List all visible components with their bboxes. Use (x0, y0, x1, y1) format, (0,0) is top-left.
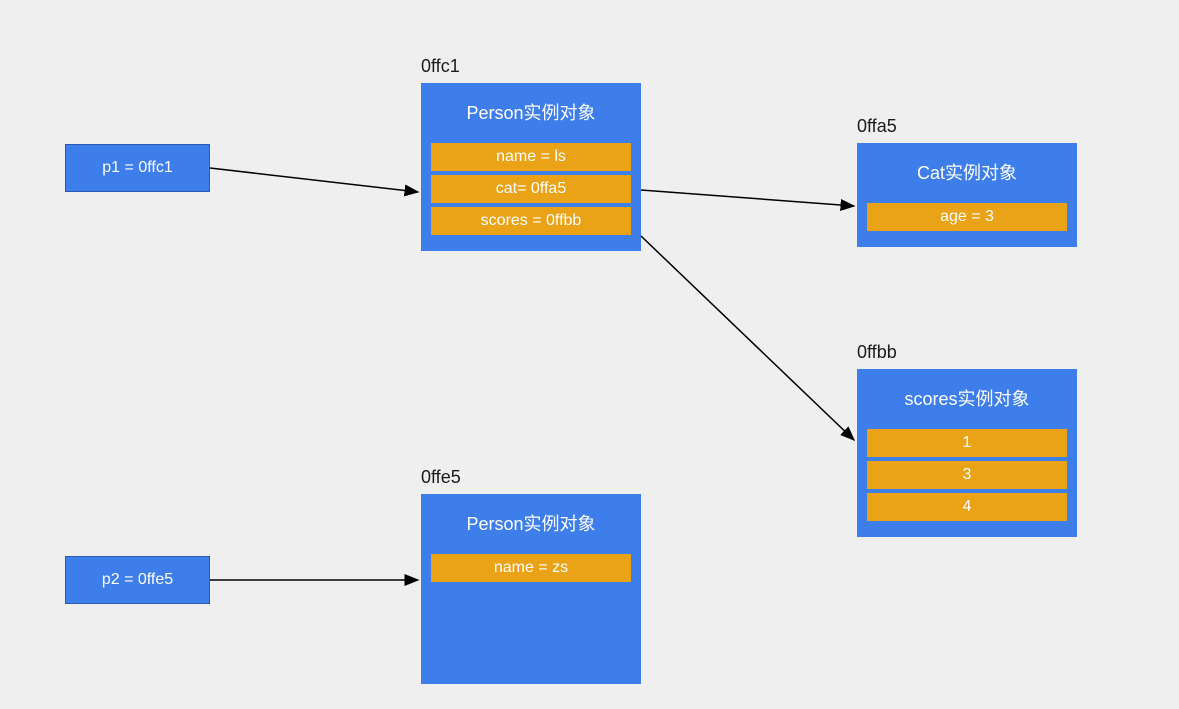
cat-age-field: age = 3 (867, 203, 1067, 231)
arrow-person1-cat (641, 190, 854, 206)
arrow-person1-scores (641, 236, 854, 440)
scores-value-2: 4 (867, 493, 1067, 521)
person2-object: Person实例对象 name = zs (421, 494, 641, 684)
pointer-p1-box: p1 = 0ffc1 (65, 144, 210, 192)
scores-value-0: 1 (867, 429, 1067, 457)
cat-address: 0ffa5 (857, 116, 897, 137)
person1-title: Person实例对象 (431, 91, 631, 139)
pointer-p2-label: p2 = 0ffe5 (102, 571, 173, 589)
person2-name-field: name = zs (431, 554, 631, 582)
person1-cat-field: cat= 0ffa5 (431, 175, 631, 203)
cat-object: Cat实例对象 age = 3 (857, 143, 1077, 247)
person2-address: 0ffe5 (421, 467, 461, 488)
person1-name-field: name = ls (431, 143, 631, 171)
pointer-p2-box: p2 = 0ffe5 (65, 556, 210, 604)
person2-title: Person实例对象 (431, 502, 631, 550)
scores-object: scores实例对象 1 3 4 (857, 369, 1077, 537)
person1-object: Person实例对象 name = ls cat= 0ffa5 scores =… (421, 83, 641, 251)
scores-title: scores实例对象 (867, 377, 1067, 425)
pointer-p1-label: p1 = 0ffc1 (102, 159, 172, 177)
scores-address: 0ffbb (857, 342, 897, 363)
person1-scores-field: scores = 0ffbb (431, 207, 631, 235)
arrow-p1-person1 (210, 168, 418, 192)
person1-address: 0ffc1 (421, 56, 460, 77)
scores-value-1: 3 (867, 461, 1067, 489)
cat-title: Cat实例对象 (867, 151, 1067, 199)
